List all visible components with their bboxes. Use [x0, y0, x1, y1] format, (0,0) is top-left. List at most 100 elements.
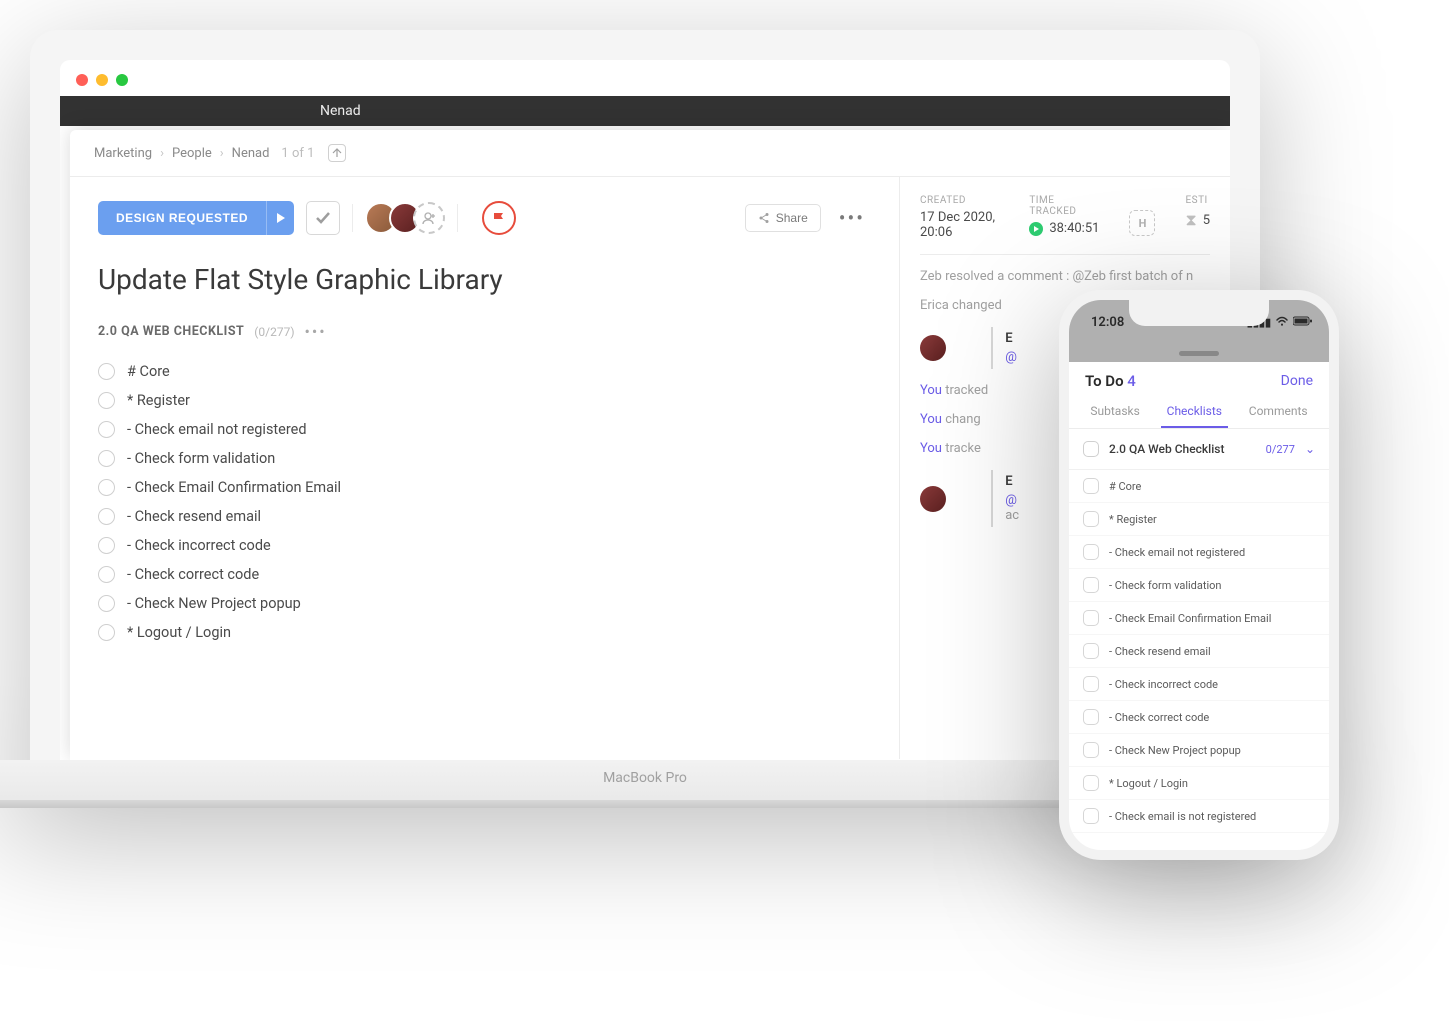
caret-right-icon — [277, 213, 285, 223]
phone-checklist-item[interactable]: * Logout / Login — [1069, 767, 1329, 800]
phone-checklist-item[interactable]: - Check form validation — [1069, 569, 1329, 602]
phone-checklist-label: * Logout / Login — [1109, 777, 1188, 790]
status-next-button[interactable] — [266, 201, 294, 235]
checklist-name[interactable]: 2.0 QA WEB CHECKLIST — [98, 324, 244, 339]
checkbox-icon[interactable] — [98, 363, 115, 380]
phone-checklist-label: - Check correct code — [1109, 711, 1209, 724]
phone-header: To Do 4 Done — [1069, 362, 1329, 396]
expand-icon[interactable] — [328, 144, 346, 162]
divider — [457, 204, 458, 232]
checklist-item[interactable]: - Check New Project popup — [98, 589, 871, 618]
checkbox-icon[interactable] — [98, 450, 115, 467]
checklist-item-label: - Check New Project popup — [127, 595, 301, 612]
assignees — [365, 202, 445, 234]
checkbox-icon[interactable] — [98, 479, 115, 496]
checklist-item-label: - Check incorrect code — [127, 537, 271, 554]
checkbox-icon[interactable] — [1083, 643, 1099, 659]
checkbox-icon[interactable] — [98, 421, 115, 438]
complete-checkbox[interactable] — [306, 201, 340, 235]
browser-tab-label[interactable]: Nenad — [320, 103, 361, 119]
checklist-item[interactable]: - Check incorrect code — [98, 531, 871, 560]
checkbox-icon[interactable] — [98, 392, 115, 409]
breadcrumb-item[interactable]: Marketing — [94, 146, 152, 161]
checklist-item[interactable]: - Check email not registered — [98, 415, 871, 444]
meta-value: 17 Dec 2020, 20:06 — [920, 210, 999, 240]
play-icon[interactable] — [1029, 222, 1043, 236]
checkbox-icon[interactable] — [98, 595, 115, 612]
checkbox-icon[interactable] — [98, 537, 115, 554]
breadcrumb-item[interactable]: Nenad — [232, 146, 270, 161]
meta-value[interactable]: ⧗ 5 — [1185, 210, 1210, 230]
maximize-window-icon[interactable] — [116, 74, 128, 86]
phone-checklist-item[interactable]: - Check resend email — [1069, 635, 1329, 668]
avatar[interactable] — [920, 486, 946, 512]
phone-checklist-item[interactable]: - Check Email Confirmation Email — [1069, 602, 1329, 635]
phone-checklist-label: # Core — [1109, 480, 1141, 493]
checklist-item-label: - Check resend email — [127, 508, 261, 525]
minimize-window-icon[interactable] — [96, 74, 108, 86]
phone-checklist-item[interactable]: * Register — [1069, 503, 1329, 536]
main-column: DESIGN REQUESTED — [70, 177, 900, 759]
phone-checklist: # Core * Register - Check email not regi… — [1069, 470, 1329, 833]
tab-comments[interactable]: Comments — [1243, 396, 1314, 428]
share-icon — [758, 212, 770, 224]
wifi-icon — [1275, 316, 1289, 329]
meta-tracked: TIME TRACKED 38:40:51 — [1029, 195, 1099, 240]
phone-checklist-item[interactable]: - Check email is not registered — [1069, 800, 1329, 833]
checkbox-icon[interactable] — [1083, 511, 1099, 527]
phone-checklist-item[interactable]: - Check New Project popup — [1069, 734, 1329, 767]
tab-subtasks[interactable]: Subtasks — [1084, 396, 1145, 428]
checkbox-icon[interactable] — [98, 624, 115, 641]
checklist-item[interactable]: - Check Email Confirmation Email — [98, 473, 871, 502]
checklist-item[interactable]: # Core — [98, 357, 871, 386]
phone-checklist-item[interactable]: - Check correct code — [1069, 701, 1329, 734]
laptop-brand-label: MacBook Pro — [603, 770, 687, 786]
tab-checklists[interactable]: Checklists — [1161, 396, 1228, 428]
phone-checklist-header[interactable]: 2.0 QA Web Checklist 0/277 ⌄ — [1069, 429, 1329, 470]
checklist-item[interactable]: * Register — [98, 386, 871, 415]
close-window-icon[interactable] — [76, 74, 88, 86]
activity-line: Zeb resolved a comment : @Zeb first batc… — [920, 269, 1210, 284]
share-button[interactable]: Share — [745, 204, 821, 232]
status-button[interactable]: DESIGN REQUESTED — [98, 201, 266, 235]
checklist-item[interactable]: - Check resend email — [98, 502, 871, 531]
checkbox-icon[interactable] — [1083, 478, 1099, 494]
avatar[interactable] — [920, 335, 946, 361]
checkbox-icon[interactable] — [1083, 808, 1099, 824]
breadcrumb-item[interactable]: People — [172, 146, 212, 161]
activity-text: Zeb resolved a comment : @Zeb first batc… — [920, 269, 1193, 284]
meta-value[interactable]: 38:40:51 — [1029, 221, 1099, 236]
add-assignee-button[interactable] — [413, 202, 445, 234]
checkbox-icon[interactable] — [98, 508, 115, 525]
chevron-down-icon[interactable]: ⌄ — [1305, 442, 1315, 456]
task-title[interactable]: Update Flat Style Graphic Library — [98, 263, 871, 296]
checkbox-icon[interactable] — [1083, 544, 1099, 560]
h-badge-icon[interactable]: H — [1129, 210, 1155, 236]
priority-flag-button[interactable] — [482, 201, 516, 235]
checkbox-icon[interactable] — [98, 566, 115, 583]
meta-estimate: ESTI ⧗ 5 — [1185, 195, 1210, 240]
checkbox-icon[interactable] — [1083, 709, 1099, 725]
phone-checklist-item[interactable]: - Check incorrect code — [1069, 668, 1329, 701]
phone-checklist-item[interactable]: - Check email not registered — [1069, 536, 1329, 569]
laptop-screen: Nenad Marketing › People › Nenad 1 of 1 — [60, 60, 1230, 760]
checklist-item[interactable]: - Check correct code — [98, 560, 871, 589]
breadcrumb-position: 1 of 1 — [281, 146, 314, 161]
phone-checklist-item[interactable]: # Core — [1069, 470, 1329, 503]
checkbox-icon[interactable] — [1083, 577, 1099, 593]
checklist-item[interactable]: - Check form validation — [98, 444, 871, 473]
activity-snippet: @ — [1005, 350, 1017, 365]
checkbox-icon[interactable] — [1083, 775, 1099, 791]
checklist-more-button[interactable]: ••• — [305, 328, 327, 336]
done-button[interactable]: Done — [1281, 373, 1313, 389]
more-menu-button[interactable]: ••• — [833, 213, 871, 223]
checkbox-icon[interactable] — [1083, 742, 1099, 758]
phone-drag-handle[interactable] — [1069, 344, 1329, 362]
checkbox-icon[interactable] — [1083, 441, 1099, 457]
checklist-item[interactable]: * Logout / Login — [98, 618, 871, 647]
meta-label: TIME TRACKED — [1029, 195, 1099, 217]
estimate-value: 5 — [1203, 213, 1210, 228]
checkbox-icon[interactable] — [1083, 676, 1099, 692]
checkbox-icon[interactable] — [1083, 610, 1099, 626]
phone-checklist-label: - Check email not registered — [1109, 546, 1245, 559]
